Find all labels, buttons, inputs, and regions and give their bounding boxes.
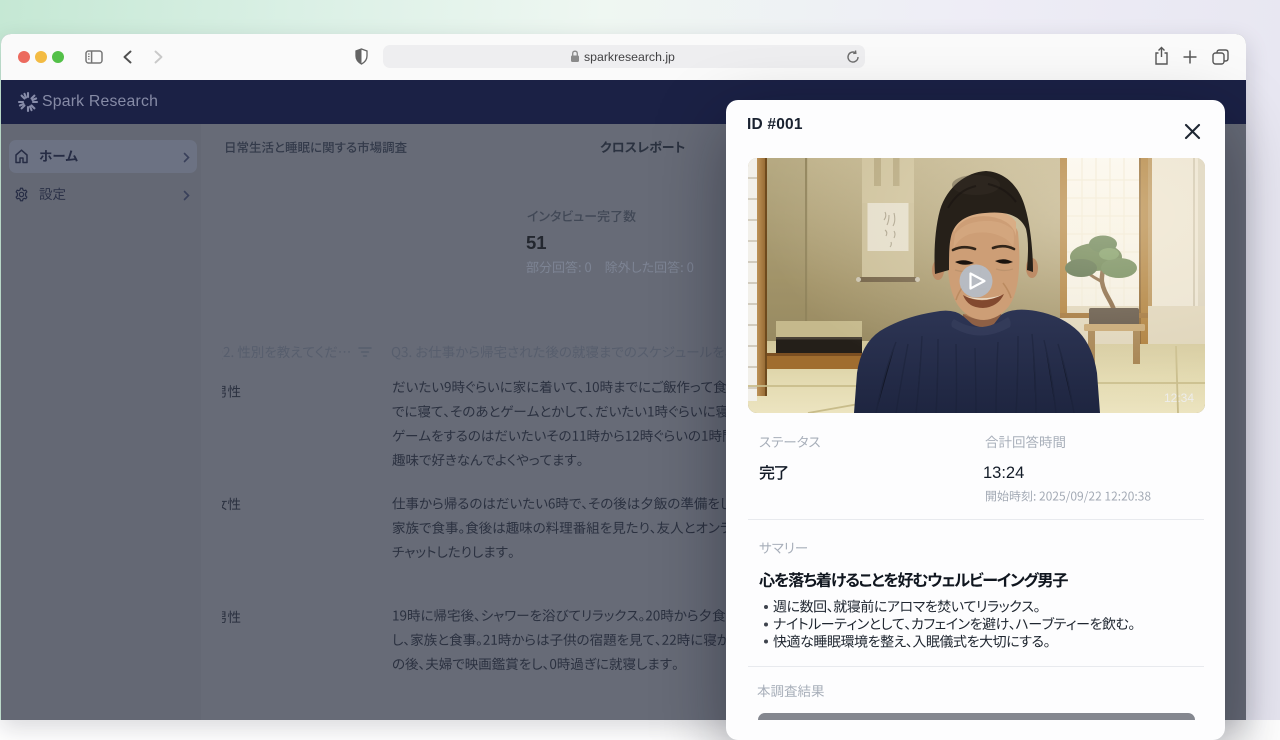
svg-text:12:34: 12:34 (1164, 391, 1194, 405)
